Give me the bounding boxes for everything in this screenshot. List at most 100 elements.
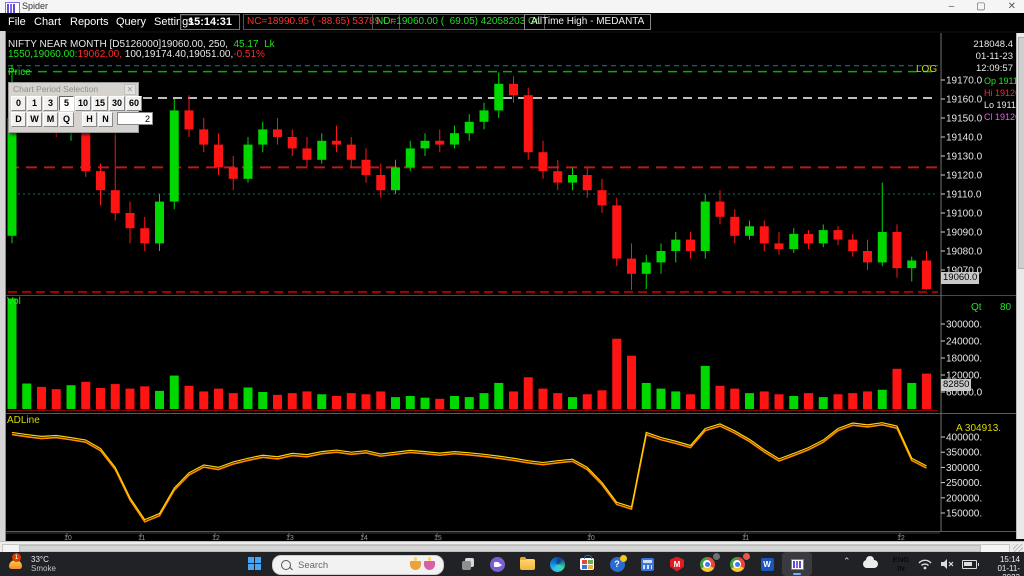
chrome-icon xyxy=(730,557,745,572)
weather-condition: Smoke xyxy=(31,564,56,573)
qt-value: 80 xyxy=(1000,302,1011,313)
log-scale-label: LOG xyxy=(916,64,937,75)
menu-file[interactable]: File xyxy=(4,15,30,29)
adline-panel-label: ADLine xyxy=(7,415,40,426)
svg-text:350000.: 350000. xyxy=(946,448,982,459)
maximize-button[interactable]: ▢ xyxy=(976,0,985,13)
last-price-tag: 19060.0 xyxy=(941,272,979,284)
battery-icon[interactable] xyxy=(962,560,977,569)
period-minute-15[interactable]: 15 xyxy=(92,96,108,111)
period-daily[interactable]: D xyxy=(11,112,26,127)
weather-temp: 33°C xyxy=(31,555,49,564)
menu-chart[interactable]: Chart xyxy=(30,15,65,29)
vertical-scrollbar[interactable] xyxy=(1016,33,1024,539)
alert-ticker: AllTime High - MEDANTA xyxy=(524,14,651,30)
chrome-profile2-button[interactable] xyxy=(722,552,752,576)
vertical-scrollbar-thumb[interactable] xyxy=(1018,37,1024,269)
cursor-date: 01-11-23 xyxy=(943,51,1013,62)
spider-icon xyxy=(791,559,804,570)
period-minute-5[interactable]: 5 xyxy=(59,96,74,111)
period-count-input[interactable] xyxy=(117,112,153,125)
price-volume-adline-chart[interactable]: 19170.019160.019150.019140.019130.019120… xyxy=(0,31,1024,541)
svg-text:19130.0: 19130.0 xyxy=(946,152,983,163)
svg-text:200000.: 200000. xyxy=(946,493,982,504)
diya-lamp-icon xyxy=(410,561,421,570)
onedrive-cloud-icon[interactable] xyxy=(863,560,878,568)
word-icon: W xyxy=(761,558,774,571)
window-title: Spider xyxy=(22,1,48,11)
video-call-app-button[interactable] xyxy=(482,552,512,576)
wifi-icon[interactable] xyxy=(918,558,932,570)
folder-icon xyxy=(520,559,535,570)
period-minute-3[interactable]: 3 xyxy=(43,96,58,111)
period-minute-10[interactable]: 10 xyxy=(75,96,91,111)
window-left-border xyxy=(0,31,6,541)
last-volume-tag: 82850 xyxy=(941,379,971,391)
minimize-button[interactable]: – xyxy=(949,0,955,13)
language-indicator[interactable]: ENGIN xyxy=(892,555,910,573)
period-minute-0[interactable]: 0 xyxy=(11,96,26,111)
period-n[interactable]: N xyxy=(98,112,113,127)
taskbar-search[interactable]: Search xyxy=(272,555,444,575)
period-hourly[interactable]: H xyxy=(82,112,97,127)
period-monthly[interactable]: M xyxy=(43,112,58,127)
qt-label: Qt xyxy=(971,302,982,313)
chart-area: 19170.019160.019150.019140.019130.019120… xyxy=(0,31,1024,541)
close-button[interactable]: ✕ xyxy=(1008,0,1016,13)
search-icon xyxy=(281,560,291,570)
get-help-button[interactable]: ? xyxy=(602,552,632,576)
svg-text:19080.0: 19080.0 xyxy=(946,247,983,258)
notification-badge: 1 xyxy=(12,553,21,562)
menu-reports[interactable]: Reports xyxy=(66,15,113,29)
period-minute-30[interactable]: 30 xyxy=(109,96,125,111)
horizontal-scrollbar-thumb[interactable] xyxy=(19,545,981,552)
dialog-close-icon[interactable]: ✕ xyxy=(124,84,136,95)
svg-text:19090.0: 19090.0 xyxy=(946,228,983,239)
mcafee-shield-icon: M xyxy=(670,557,684,572)
nd-index-ticker: ND=19060.00 ( 69.05) 42058203 Cr. xyxy=(372,14,545,30)
adline-current-value: A 304913. xyxy=(956,423,1001,434)
microsoft-store-button[interactable] xyxy=(572,552,602,576)
open-interest-value: 218048.4 xyxy=(943,39,1013,50)
calculator-icon xyxy=(641,558,654,571)
desktop: Spider – ▢ ✕ File Chart Reports Query Se… xyxy=(0,0,1024,576)
dialog-title: Chart Period Selection xyxy=(13,84,98,94)
calculator-button[interactable] xyxy=(632,552,662,576)
edge-browser-button[interactable] xyxy=(542,552,572,576)
chrome-profile1-button[interactable] xyxy=(692,552,722,576)
svg-text:19170.0: 19170.0 xyxy=(946,76,983,87)
period-minute-60[interactable]: 60 xyxy=(126,96,142,111)
svg-text:19140.0: 19140.0 xyxy=(946,133,983,144)
resize-grip[interactable] xyxy=(1013,544,1023,552)
task-view-icon xyxy=(465,558,474,567)
svg-text:400000.: 400000. xyxy=(946,433,982,444)
video-call-icon xyxy=(490,557,505,572)
store-icon xyxy=(580,558,594,570)
window-titlebar: Spider – ▢ ✕ xyxy=(0,0,1024,14)
menu-query[interactable]: Query xyxy=(112,15,150,29)
svg-text:300000.: 300000. xyxy=(946,463,982,474)
chart-period-dialog: Chart Period Selection ✕ 0 1 3 5 10 15 3… xyxy=(8,82,139,133)
weather-widget[interactable]: 1 33°CSmoke xyxy=(6,554,56,573)
start-button[interactable] xyxy=(248,557,262,571)
period-quarterly[interactable]: Q xyxy=(59,112,74,127)
help-icon: ? xyxy=(610,557,625,572)
svg-text:19150.0: 19150.0 xyxy=(946,114,983,125)
mcafee-button[interactable]: M xyxy=(662,552,692,576)
period-weekly[interactable]: W xyxy=(27,112,42,127)
period-minute-1[interactable]: 1 xyxy=(27,96,42,111)
svg-text:19120.0: 19120.0 xyxy=(946,171,983,182)
svg-text:19100.0: 19100.0 xyxy=(946,209,983,220)
chart-quote-line: 1550,19060.00:19062.00, 100,19174.40,190… xyxy=(8,49,265,60)
diya-lamp-icon xyxy=(424,561,435,570)
edge-icon xyxy=(550,557,565,572)
tray-clock[interactable]: 15:1401-11-2023 xyxy=(980,555,1020,576)
spider-taskbar-button[interactable] xyxy=(782,552,812,576)
task-view-button[interactable] xyxy=(452,552,482,576)
file-explorer-button[interactable] xyxy=(512,552,542,576)
cursor-time: 12:09:57 xyxy=(943,63,1013,74)
svg-text:240000.: 240000. xyxy=(946,337,982,348)
word-button[interactable]: W xyxy=(752,552,782,576)
tray-expand-chevron-icon[interactable]: ⌃ xyxy=(843,556,851,567)
volume-muted-icon[interactable] xyxy=(940,558,954,570)
